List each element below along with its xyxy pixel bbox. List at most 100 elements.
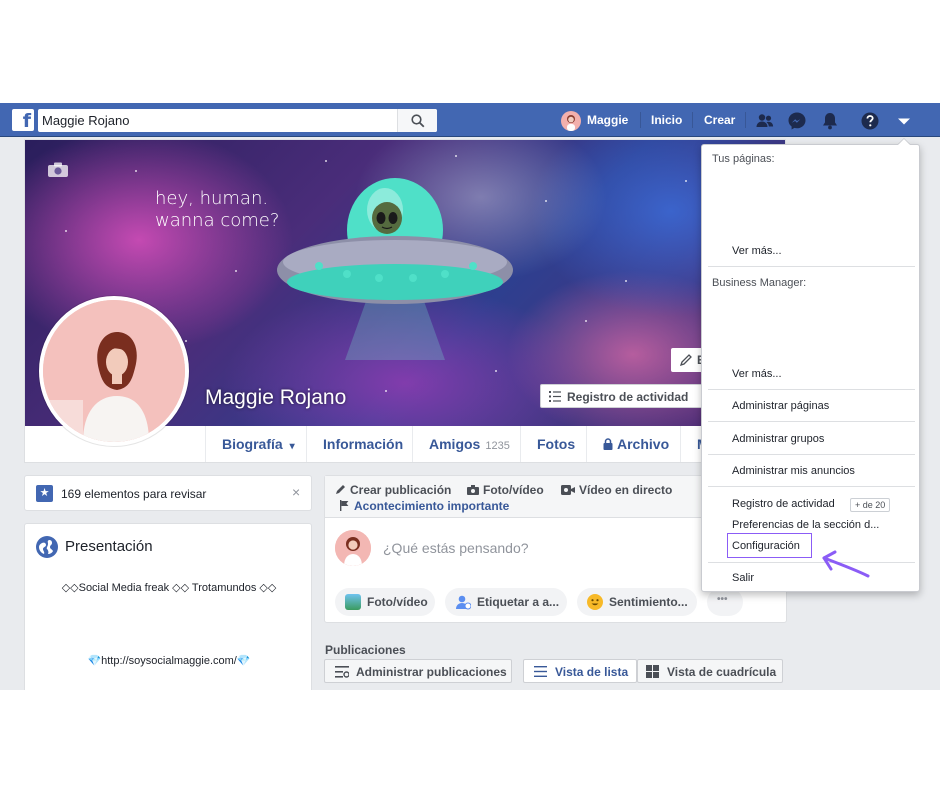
notifications-icon[interactable]: [820, 111, 840, 131]
messenger-icon[interactable]: [787, 111, 807, 131]
your-pages-heading: Tus páginas:: [712, 153, 775, 165]
grid-view-button[interactable]: Vista de cuadrícula: [637, 659, 783, 683]
nav-divider: [692, 112, 693, 128]
nav-create-link[interactable]: Crear: [704, 103, 735, 137]
intro-card: Presentación ◇◇Social Media freak ◇◇ Tro…: [24, 523, 312, 690]
menu-divider: [708, 562, 915, 563]
menu-item-activity-log[interactable]: Registro de actividad: [732, 498, 835, 510]
intro-bio: ◇◇Social Media freak ◇◇ Trotamundos ◇◇: [61, 582, 277, 594]
tab-information[interactable]: Información: [306, 426, 412, 462]
help-icon[interactable]: [860, 111, 880, 131]
settings-list-icon: [335, 666, 349, 678]
tab-photos-label: Fotos: [537, 436, 576, 452]
cover-tagline-line: hey, human.: [155, 188, 269, 209]
pencil-icon: [679, 354, 692, 367]
life-event-label: Acontecimiento importante: [354, 499, 510, 513]
profile-name[interactable]: Maggie Rojano: [205, 386, 346, 410]
cover-tagline-line: wanna come?: [155, 210, 280, 231]
facebook-logo-icon[interactable]: f: [12, 109, 34, 132]
tab-friends[interactable]: Amigos 1235: [412, 426, 520, 462]
annotation-arrow-icon: [822, 550, 870, 578]
manage-posts-button[interactable]: Administrar publicaciones: [324, 659, 512, 683]
tab-information-label: Información: [323, 436, 404, 452]
tab-biography[interactable]: Biografía ▾: [205, 426, 306, 462]
live-video-tab[interactable]: Vídeo en directo: [561, 483, 672, 497]
search-button[interactable]: [397, 109, 437, 132]
see-more-pages-link[interactable]: Ver más...: [732, 245, 782, 257]
cover-tagline: hey, human. wanna come?: [155, 188, 279, 232]
activity-log-button[interactable]: Registro de actividad +: [540, 384, 716, 408]
create-post-label: Crear publicación: [350, 483, 452, 497]
dropdown-caret-fill: [898, 139, 910, 145]
user-avatar[interactable]: [561, 111, 581, 131]
nav-divider: [745, 112, 746, 128]
flag-icon: [340, 500, 349, 511]
nav-home-link[interactable]: Inicio: [651, 103, 682, 137]
tag-friends-pill-label: Etiquetar a a...: [477, 595, 560, 609]
review-items-text: 169 elementos para revisar: [61, 487, 207, 501]
grid-icon: [646, 665, 659, 678]
feeling-pill-label: Sentimiento...: [609, 595, 688, 609]
globe-icon: [36, 536, 58, 558]
top-navigation-bar: f Maggie Inicio Crear: [0, 103, 940, 137]
profile-header: hey, human. wanna come? E: [24, 139, 786, 463]
feeling-pill-button[interactable]: Sentimiento...: [577, 588, 697, 616]
nav-profile-link[interactable]: Maggie: [587, 103, 628, 137]
menu-item-manage-pages[interactable]: Administrar páginas: [732, 400, 829, 412]
list-icon: [534, 666, 547, 677]
search-icon: [411, 114, 425, 128]
menu-item-settings[interactable]: Configuración: [732, 540, 800, 552]
menu-divider: [708, 454, 915, 455]
tab-friends-label: Amigos: [429, 436, 481, 452]
list-icon: [549, 391, 561, 402]
photo-video-tab[interactable]: Foto/vídeo: [467, 483, 544, 497]
review-items-card[interactable]: ★ 169 elementos para revisar ×: [24, 475, 312, 511]
life-event-tab[interactable]: Acontecimiento importante: [339, 499, 509, 513]
tab-photos[interactable]: Fotos: [520, 426, 586, 462]
list-view-label: Vista de lista: [555, 665, 629, 679]
tab-biography-label: Biografía: [222, 436, 283, 452]
tab-archive[interactable]: Archivo: [586, 426, 680, 462]
friends-count: 1235: [485, 440, 510, 452]
tag-friends-pill-button[interactable]: Etiquetar a a...: [445, 588, 567, 616]
more-dots-icon: •••: [717, 594, 728, 605]
photo-video-pill-button[interactable]: Foto/vídeo: [335, 588, 435, 616]
menu-item-logout[interactable]: Salir: [732, 572, 754, 584]
menu-divider: [708, 421, 915, 422]
list-view-button[interactable]: Vista de lista: [523, 659, 637, 683]
intro-website-link[interactable]: 💎http://soysocialmaggie.com/💎: [25, 654, 313, 667]
account-menu-caret-icon[interactable]: [894, 111, 914, 131]
business-manager-heading: Business Manager:: [712, 277, 807, 289]
account-dropdown-menu: Tus páginas: Ver más... Business Manager…: [701, 144, 920, 592]
menu-item-news-feed-preferences[interactable]: Preferencias de la sección d...: [732, 519, 879, 531]
close-icon[interactable]: ×: [292, 484, 300, 500]
nav-divider: [640, 112, 641, 128]
live-video-label: Vídeo en directo: [579, 483, 673, 497]
pencil-icon: [336, 485, 345, 494]
publications-heading: Publicaciones: [325, 643, 406, 657]
tag-person-icon: [456, 595, 471, 610]
more-options-button[interactable]: •••: [707, 588, 743, 616]
camera-icon[interactable]: [47, 162, 69, 178]
profile-picture[interactable]: [39, 296, 189, 446]
friend-requests-icon[interactable]: [755, 111, 775, 131]
photo-video-label: Foto/vídeo: [483, 483, 544, 497]
search-box: [38, 109, 437, 132]
search-input[interactable]: [42, 110, 397, 131]
avatar: [335, 530, 371, 566]
activity-log-label: Registro de actividad: [567, 390, 689, 404]
menu-item-manage-ads[interactable]: Administrar mis anuncios: [732, 465, 855, 477]
menu-divider: [708, 266, 915, 267]
intro-title: Presentación: [65, 538, 153, 555]
menu-divider: [708, 389, 915, 390]
see-more-business-link[interactable]: Ver más...: [732, 368, 782, 380]
status-input[interactable]: ¿Qué estás pensando?: [383, 540, 529, 556]
photo-icon: [345, 594, 361, 610]
create-post-tab[interactable]: Crear publicación: [335, 483, 451, 497]
smiley-icon: [587, 594, 603, 610]
menu-item-manage-groups[interactable]: Administrar grupos: [732, 433, 824, 445]
manage-posts-label: Administrar publicaciones: [356, 665, 507, 679]
tab-archive-label: Archivo: [617, 436, 670, 452]
camera-icon: [467, 485, 479, 495]
chevron-down-icon: ▾: [289, 441, 295, 452]
